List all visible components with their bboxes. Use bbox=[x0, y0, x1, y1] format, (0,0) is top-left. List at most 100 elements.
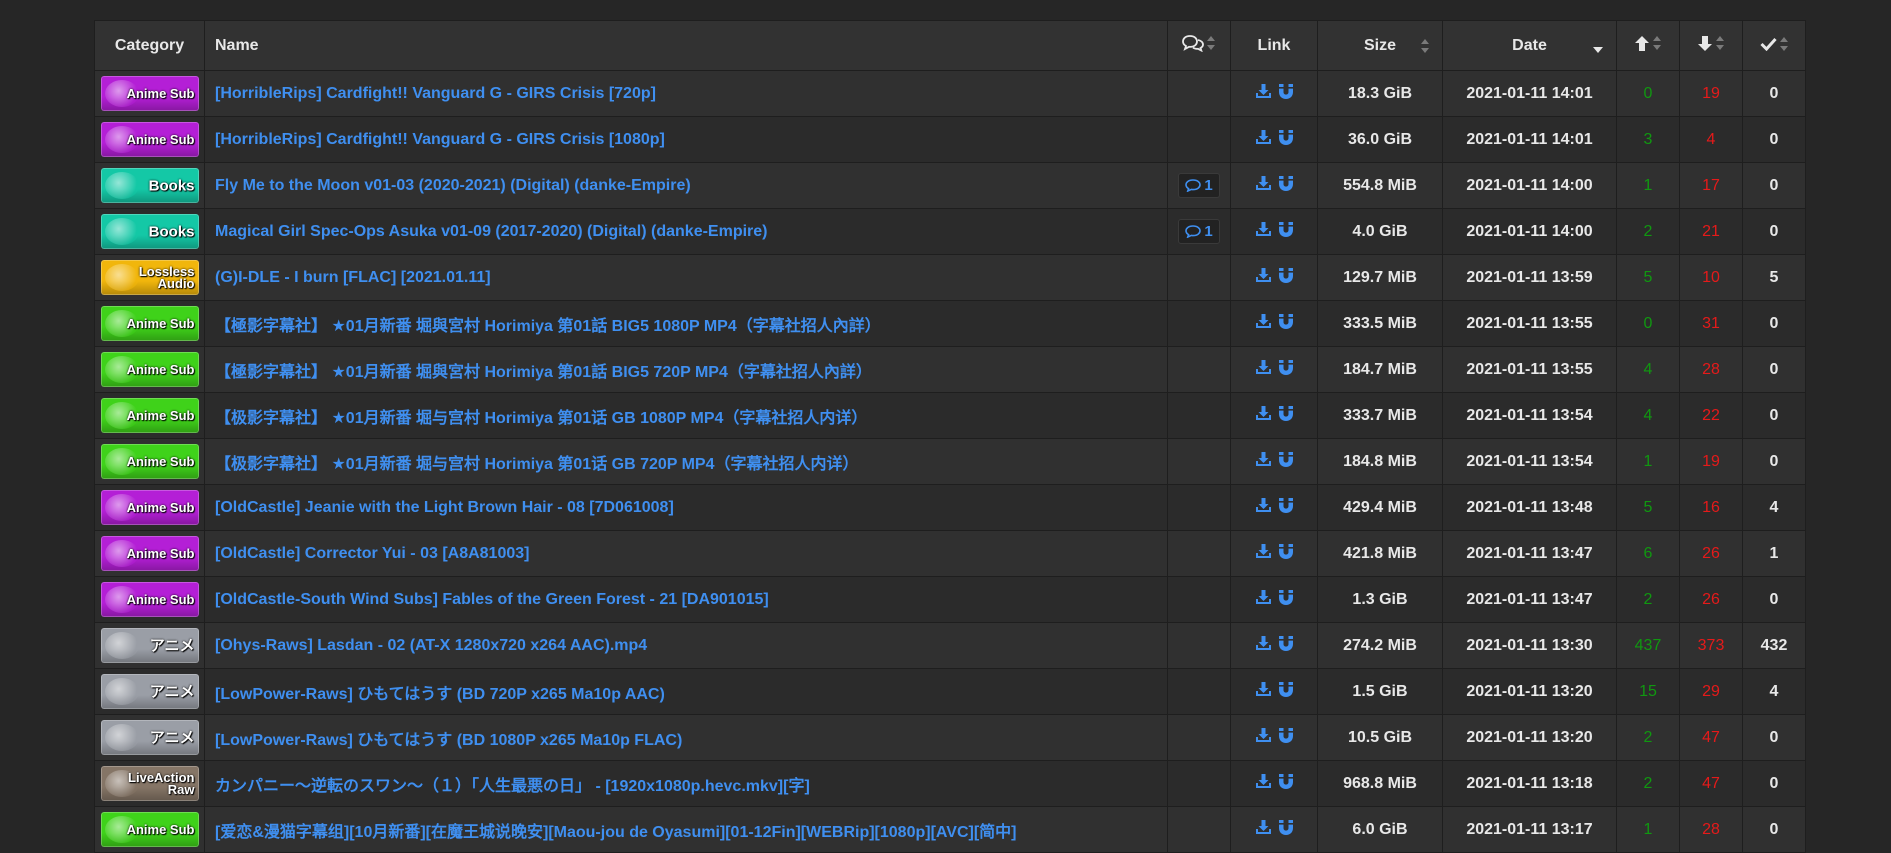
seeders-cell: 1 bbox=[1616, 162, 1680, 209]
magnet-icon[interactable] bbox=[1278, 727, 1294, 749]
category-badge[interactable]: Anime Sub bbox=[100, 398, 199, 433]
header-date[interactable]: Date bbox=[1442, 20, 1617, 71]
table-row: Anime Sub [OldCastle-South Wind Subs] Fab… bbox=[94, 576, 1806, 623]
category-badge[interactable]: Anime Sub bbox=[100, 76, 199, 111]
magnet-icon[interactable] bbox=[1278, 221, 1294, 243]
date-cell: 2021-01-11 13:48 bbox=[1442, 484, 1617, 531]
download-icon[interactable] bbox=[1255, 727, 1272, 748]
torrent-title-link[interactable]: 【極影字幕社】 ★01月新番 堀與宮村 Horimiya 第01話 BIG5 7… bbox=[215, 364, 872, 381]
category-label: アニメ bbox=[149, 683, 195, 700]
download-icon[interactable] bbox=[1255, 543, 1272, 564]
leechers-cell: 28 bbox=[1679, 346, 1743, 393]
table-row: アニメ [LowPower-Raws] ひもてはうす (BD 720P x265 … bbox=[94, 668, 1806, 715]
download-icon[interactable] bbox=[1255, 773, 1272, 794]
magnet-icon[interactable] bbox=[1278, 819, 1294, 841]
completed-cell: 0 bbox=[1742, 70, 1806, 117]
magnet-icon[interactable] bbox=[1278, 175, 1294, 197]
torrent-title-link[interactable]: [OldCastle] Corrector Yui - 03 [A8A81003… bbox=[215, 545, 529, 562]
download-icon[interactable] bbox=[1255, 497, 1272, 518]
category-badge[interactable]: Lossless Audio bbox=[100, 260, 199, 295]
magnet-icon[interactable] bbox=[1278, 83, 1294, 105]
category-badge[interactable]: Anime Sub bbox=[100, 490, 199, 525]
category-badge[interactable]: Anime Sub bbox=[100, 812, 199, 847]
torrent-title-link[interactable]: [LowPower-Raws] ひもてはうす (BD 1080P x265 Ma… bbox=[215, 732, 682, 749]
seeders-cell: 15 bbox=[1616, 668, 1680, 715]
category-badge[interactable]: LiveAction Raw bbox=[100, 766, 199, 801]
download-icon[interactable] bbox=[1255, 313, 1272, 334]
download-icon[interactable] bbox=[1255, 681, 1272, 702]
torrent-title-link[interactable]: [OldCastle] Jeanie with the Light Brown … bbox=[215, 499, 674, 516]
download-icon[interactable] bbox=[1255, 359, 1272, 380]
category-badge[interactable]: Anime Sub bbox=[100, 352, 199, 387]
category-badge[interactable]: Anime Sub bbox=[100, 122, 199, 157]
header-seeders[interactable] bbox=[1616, 20, 1680, 71]
magnet-icon[interactable] bbox=[1278, 635, 1294, 657]
magnet-icon[interactable] bbox=[1278, 589, 1294, 611]
download-icon[interactable] bbox=[1255, 267, 1272, 288]
category-cell: Anime Sub bbox=[94, 70, 205, 117]
date-cell: 2021-01-11 14:01 bbox=[1442, 70, 1617, 117]
download-icon[interactable] bbox=[1255, 589, 1272, 610]
magnet-icon[interactable] bbox=[1278, 773, 1294, 795]
header-size[interactable]: Size bbox=[1317, 20, 1443, 71]
size-cell: 1.3 GiB bbox=[1317, 576, 1443, 623]
download-icon[interactable] bbox=[1255, 221, 1272, 242]
download-icon[interactable] bbox=[1255, 635, 1272, 656]
comments-count-button[interactable]: 1 bbox=[1178, 219, 1220, 244]
completed-cell: 432 bbox=[1742, 622, 1806, 669]
completed-cell: 0 bbox=[1742, 116, 1806, 163]
category-badge[interactable]: Anime Sub bbox=[100, 582, 199, 617]
torrent-title-link[interactable]: Fly Me to the Moon v01-03 (2020-2021) (D… bbox=[215, 177, 691, 194]
torrent-title-link[interactable]: 【极影字幕社】 ★01月新番 堀与宫村 Horimiya 第01话 GB 720… bbox=[215, 456, 859, 473]
magnet-icon[interactable] bbox=[1278, 359, 1294, 381]
header-comments[interactable] bbox=[1167, 20, 1231, 71]
download-icon[interactable] bbox=[1255, 819, 1272, 840]
category-badge[interactable]: アニメ bbox=[100, 628, 199, 663]
comments-cell bbox=[1167, 254, 1231, 301]
torrent-title-link[interactable]: Magical Girl Spec-Ops Asuka v01-09 (2017… bbox=[215, 223, 768, 240]
magnet-icon[interactable] bbox=[1278, 451, 1294, 473]
category-badge[interactable]: Books bbox=[100, 214, 199, 249]
seeders-cell: 1 bbox=[1616, 438, 1680, 485]
torrent-title-link[interactable]: [LowPower-Raws] ひもてはうす (BD 720P x265 Ma1… bbox=[215, 686, 665, 703]
download-icon[interactable] bbox=[1255, 451, 1272, 472]
download-icon[interactable] bbox=[1255, 129, 1272, 150]
comments-count-button[interactable]: 1 bbox=[1178, 173, 1220, 198]
download-icon[interactable] bbox=[1255, 405, 1272, 426]
link-cell bbox=[1230, 392, 1318, 439]
size-cell: 36.0 GiB bbox=[1317, 116, 1443, 163]
category-badge[interactable]: Anime Sub bbox=[100, 444, 199, 479]
magnet-icon[interactable] bbox=[1278, 681, 1294, 703]
category-badge[interactable]: Anime Sub bbox=[100, 536, 199, 571]
torrent-title-link[interactable]: [Ohys-Raws] Lasdan - 02 (AT-X 1280x720 x… bbox=[215, 637, 647, 654]
category-badge[interactable]: アニメ bbox=[100, 720, 199, 755]
magnet-icon[interactable] bbox=[1278, 543, 1294, 565]
magnet-icon[interactable] bbox=[1278, 313, 1294, 335]
seeders-cell: 5 bbox=[1616, 484, 1680, 531]
torrent-title-link[interactable]: [HorribleRips] Cardfight!! Vanguard G - … bbox=[215, 85, 656, 102]
header-category[interactable]: Category bbox=[94, 20, 205, 71]
download-icon[interactable] bbox=[1255, 83, 1272, 104]
header-completed[interactable] bbox=[1742, 20, 1806, 71]
category-badge[interactable]: アニメ bbox=[100, 674, 199, 709]
magnet-icon[interactable] bbox=[1278, 497, 1294, 519]
torrent-title-link[interactable]: (G)I-DLE - I burn [FLAC] [2021.01.11] bbox=[215, 269, 491, 286]
date-cell: 2021-01-11 13:17 bbox=[1442, 806, 1617, 853]
magnet-icon[interactable] bbox=[1278, 405, 1294, 427]
seeders-cell: 3 bbox=[1616, 116, 1680, 163]
torrent-title-link[interactable]: [OldCastle-South Wind Subs] Fables of th… bbox=[215, 591, 769, 608]
magnet-icon[interactable] bbox=[1278, 267, 1294, 289]
header-leechers[interactable] bbox=[1679, 20, 1743, 71]
torrent-title-link[interactable]: 【極影字幕社】 ★01月新番 堀與宮村 Horimiya 第01話 BIG5 1… bbox=[215, 318, 881, 335]
torrent-title-link[interactable]: [HorribleRips] Cardfight!! Vanguard G - … bbox=[215, 131, 665, 148]
download-icon[interactable] bbox=[1255, 175, 1272, 196]
seeders-cell: 4 bbox=[1616, 392, 1680, 439]
category-badge[interactable]: Anime Sub bbox=[100, 306, 199, 341]
header-name[interactable]: Name bbox=[204, 20, 1168, 71]
torrent-title-link[interactable]: カンパニー～逆転のスワン～（１）「人生最悪の日」 - [1920x1080p.h… bbox=[215, 778, 810, 795]
torrent-title-link[interactable]: [爱恋&漫猫字幕组][10月新番][在魔王城说晚安][Maou-jou de O… bbox=[215, 824, 1016, 841]
category-badge[interactable]: Books bbox=[100, 168, 199, 203]
sort-icon bbox=[1421, 38, 1429, 53]
magnet-icon[interactable] bbox=[1278, 129, 1294, 151]
torrent-title-link[interactable]: 【极影字幕社】 ★01月新番 堀与宫村 Horimiya 第01话 GB 108… bbox=[215, 410, 867, 427]
